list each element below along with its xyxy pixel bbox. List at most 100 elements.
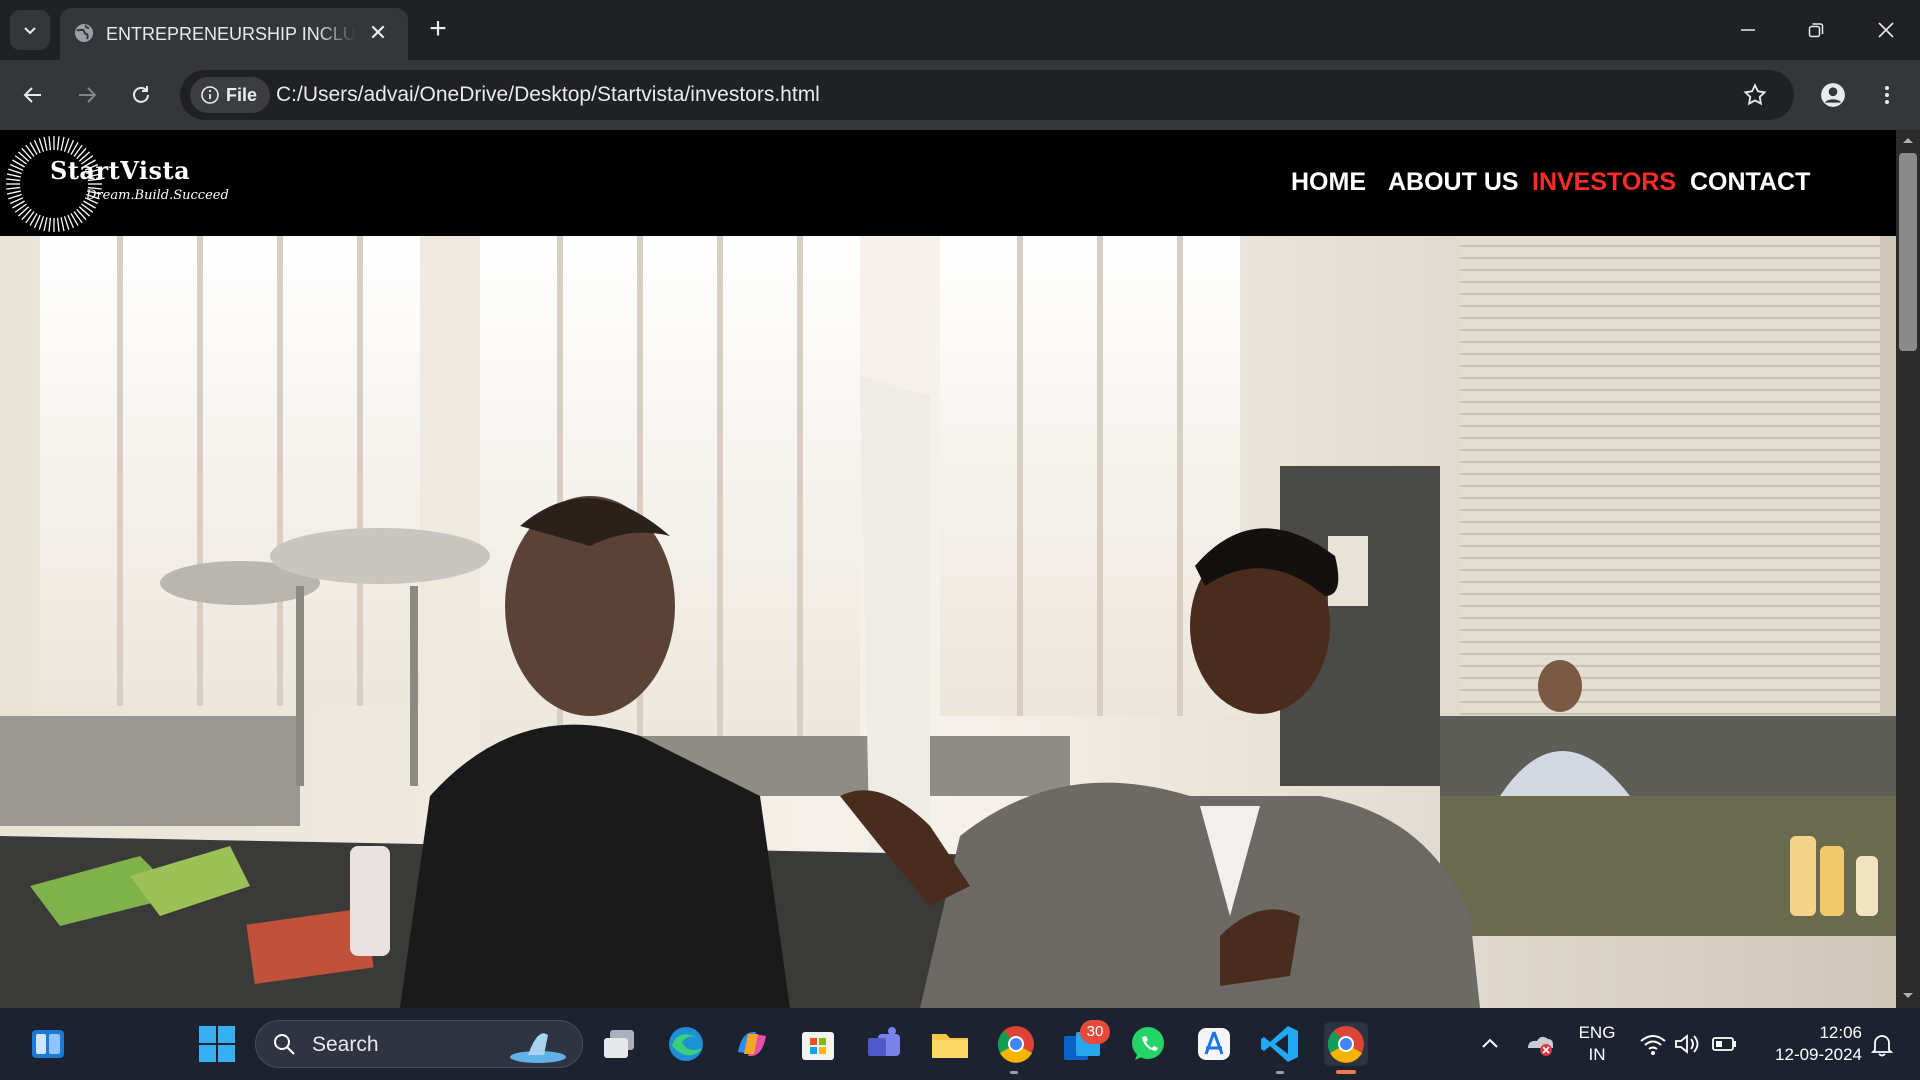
restore-button[interactable] [1782, 0, 1850, 60]
url-text[interactable]: C:/Users/advai/OneDrive/Desktop/Startvis… [276, 82, 820, 108]
taskbar-search[interactable]: Search [255, 1020, 583, 1068]
logo-ray [63, 138, 70, 152]
logo-ray [6, 178, 21, 182]
outlook-badge: 30 [1080, 1020, 1110, 1044]
teams-icon [868, 1027, 900, 1056]
teams-button[interactable] [862, 1022, 906, 1066]
volume-button[interactable] [1672, 1030, 1700, 1058]
whatsapp-button[interactable] [1126, 1022, 1170, 1066]
running-indicator [1276, 1071, 1284, 1074]
start-button[interactable] [195, 1022, 239, 1066]
profile-button[interactable] [1812, 74, 1854, 116]
search-icon [274, 1034, 295, 1055]
edge-icon [669, 1027, 703, 1061]
arrow-left-icon [23, 87, 41, 103]
vscode-button[interactable] [1258, 1022, 1302, 1066]
active-app-indicator [1336, 1070, 1356, 1074]
tab-title: ENTREPRENEURSHIP INCLUBATOR [106, 22, 356, 46]
app-button[interactable] [1192, 1022, 1236, 1066]
logo-ray [60, 217, 65, 232]
windows-start-icon [199, 1026, 235, 1062]
nav-contact[interactable]: CONTACT [1690, 168, 1810, 197]
show-hidden-icons-button[interactable] [1478, 1032, 1502, 1056]
scroll-down-icon [1903, 993, 1913, 998]
close-window-button[interactable] [1852, 0, 1920, 60]
profile-icon [1821, 83, 1845, 107]
vscode-icon [1261, 1026, 1298, 1062]
nav-investors[interactable]: INVESTORS [1532, 168, 1676, 197]
forward-button[interactable] [66, 74, 108, 116]
tab-search-dropdown[interactable] [10, 10, 50, 50]
folder-icon [932, 1034, 968, 1058]
tab-strip: ENTREPRENEURSHIP INCLUBATOR ✕ + [0, 0, 1920, 60]
scroll-up-icon [1903, 138, 1913, 143]
onedrive-error-icon [1528, 1036, 1553, 1056]
address-bar[interactable]: File C:/Users/advai/OneDrive/Desktop/Sta… [180, 70, 1794, 120]
store-button[interactable] [796, 1022, 840, 1066]
browser-toolbar: File C:/Users/advai/OneDrive/Desktop/Sta… [0, 60, 1920, 130]
nav-home[interactable]: HOME [1291, 168, 1366, 197]
brand-tagline: Dream.Build.Succeed [86, 188, 229, 203]
logo-ray [8, 168, 22, 175]
hero-image [0, 236, 1896, 1008]
file-explorer-button[interactable] [928, 1022, 972, 1066]
logo-ray [60, 136, 65, 151]
logo-ray [48, 217, 52, 232]
language-code: ENG [1578, 1023, 1616, 1042]
active-tab[interactable]: ENTREPRENEURSHIP INCLUBATOR ✕ [60, 8, 408, 60]
copilot-button[interactable] [730, 1022, 774, 1066]
reload-button[interactable] [120, 74, 162, 116]
nav-about-us[interactable]: ABOUT US [1388, 168, 1519, 197]
search-highlight-icon [510, 1033, 566, 1063]
chrome-active-button[interactable] [1324, 1022, 1368, 1066]
site-info-chip[interactable]: File [190, 77, 270, 113]
task-view-button[interactable] [598, 1022, 642, 1066]
brand-name: StartVista [50, 156, 191, 185]
globe-icon [75, 24, 93, 42]
meeting-photo [0, 236, 1896, 1008]
clock-time: 12:06 [1819, 1023, 1862, 1042]
logo[interactable]: StartVista Dream.Build.Succeed [4, 134, 234, 234]
windows-taskbar: Search 30 ENG IN 12:06 12-09-2024 [0, 1008, 1920, 1080]
wifi-icon [1640, 1035, 1666, 1055]
running-indicator [1010, 1071, 1018, 1074]
more-vertical-icon [1885, 86, 1889, 104]
edge-button[interactable] [664, 1022, 708, 1066]
star-icon [1743, 83, 1767, 106]
logo-ray [43, 136, 48, 151]
new-tab-button[interactable]: + [420, 12, 456, 48]
site-header: StartVista Dream.Build.Succeed HOME ABOU… [0, 130, 1896, 236]
chevron-down-icon [24, 27, 36, 35]
notification-button[interactable] [1868, 1030, 1896, 1058]
logo-ray [6, 190, 21, 195]
arrow-right-icon [79, 87, 97, 103]
clock[interactable]: 12:06 12-09-2024 [1752, 1022, 1862, 1066]
wifi-button[interactable] [1638, 1030, 1668, 1058]
task-view-icon [604, 1030, 634, 1058]
onedrive-button[interactable] [1524, 1030, 1554, 1058]
tab-close-button[interactable]: ✕ [366, 21, 390, 45]
chrome-icon [1327, 1026, 1364, 1063]
store-icon [802, 1032, 834, 1060]
bookmark-star-button[interactable] [1742, 82, 1768, 108]
logo-ray [38, 216, 45, 230]
minimize-button[interactable] [1714, 0, 1782, 60]
battery-button[interactable] [1710, 1030, 1740, 1058]
volume-icon [1675, 1034, 1699, 1054]
language-indicator[interactable]: ENG IN [1572, 1022, 1622, 1066]
scrollbar-thumb[interactable] [1899, 153, 1917, 351]
logo-ray [6, 186, 21, 190]
logo-ray [43, 217, 48, 232]
search-label: Search [312, 1033, 379, 1056]
restore-icon [1808, 23, 1824, 38]
reload-icon [133, 86, 149, 103]
logo-ray [63, 216, 70, 230]
widgets-icon [32, 1030, 64, 1058]
widgets-button[interactable] [26, 1022, 70, 1066]
menu-button[interactable] [1866, 74, 1908, 116]
back-button[interactable] [12, 74, 54, 116]
chrome-icon [997, 1026, 1034, 1063]
chevron-up-icon [1482, 1038, 1498, 1048]
chrome-button[interactable] [994, 1022, 1038, 1066]
minimize-icon [1741, 29, 1755, 31]
